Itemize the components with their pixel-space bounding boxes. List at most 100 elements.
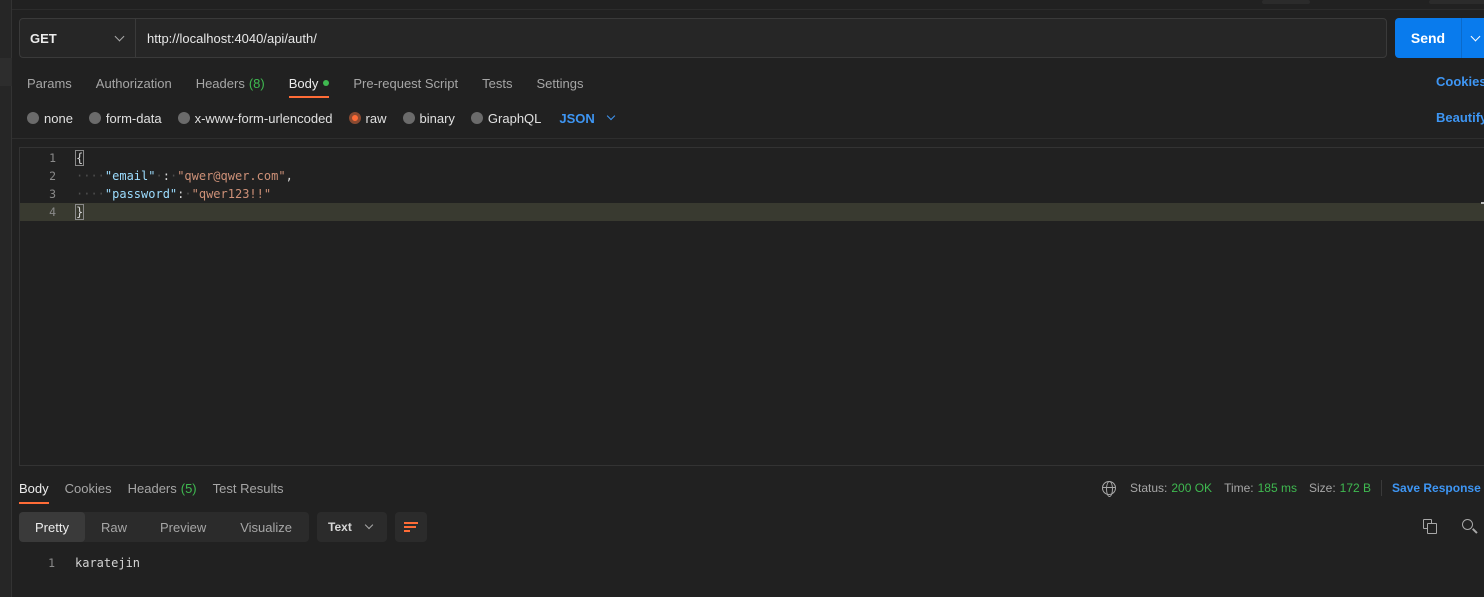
response-meta: Status: 200 OK Time: 185 ms Size: 172 B …: [1102, 480, 1484, 497]
cookies-link[interactable]: Cookies: [1436, 74, 1484, 89]
response-tab-body[interactable]: Body: [19, 476, 49, 504]
save-response-label: Save Response: [1392, 481, 1481, 495]
view-visualize-button[interactable]: Visualize: [223, 512, 309, 542]
tab-label: Body: [19, 481, 49, 496]
editor-line-current: 4 }: [20, 203, 1484, 221]
tab-authorization[interactable]: Authorization: [96, 68, 172, 98]
divider: [1381, 480, 1383, 496]
search-icon[interactable]: [1462, 519, 1478, 534]
radio-graphql[interactable]: GraphQL: [470, 110, 542, 126]
send-options-chevron-icon[interactable]: [1470, 31, 1481, 41]
globe-icon[interactable]: [1102, 481, 1116, 497]
radio-label: raw: [365, 110, 387, 126]
response-tab-cookies[interactable]: Cookies: [65, 476, 112, 504]
tab-label: Body: [288, 75, 319, 91]
status-value[interactable]: 200 OK: [1171, 481, 1212, 495]
response-format-select[interactable]: Text: [317, 512, 388, 542]
tab-label: Params: [27, 75, 72, 91]
size-value[interactable]: 172 B: [1340, 481, 1371, 495]
top-strip-segment: [1429, 0, 1484, 4]
time-value[interactable]: 185 ms: [1258, 481, 1297, 495]
radio-circle-selected: [348, 112, 361, 124]
copy-icon[interactable]: [1423, 519, 1437, 534]
json-key: "email": [104, 169, 156, 183]
tab-headers[interactable]: Headers (8): [196, 68, 265, 98]
json-value: "qwer123!!": [191, 187, 272, 201]
time-label: Time:: [1224, 481, 1254, 495]
line-number: 1: [49, 151, 56, 165]
radio-label: none: [44, 110, 73, 126]
indent-whitespace: ····: [76, 187, 105, 201]
body-format-label: JSON: [559, 110, 595, 126]
radio-x-www-form-urlencoded[interactable]: x-www-form-urlencoded: [177, 110, 333, 126]
radio-circle: [177, 112, 190, 124]
open-brace: {: [74, 150, 85, 166]
request-tabs: Params Authorization Headers (8) Body Pre…: [27, 68, 607, 98]
tab-label: Test Results: [212, 481, 284, 496]
view-raw-button[interactable]: Raw: [85, 512, 143, 542]
request-body-editor[interactable]: 1 { 2 ····"email"·:·"qwer@qwer.com", 3 ·…: [19, 147, 1484, 466]
tab-label: Headers: [195, 75, 245, 91]
size-label: Size:: [1308, 481, 1336, 495]
radio-circle: [402, 112, 415, 124]
radio-label: binary: [419, 110, 455, 126]
sidebar-marker: [0, 58, 12, 86]
headers-count: (8): [248, 75, 265, 91]
status-label: Status:: [1130, 481, 1168, 495]
line-number: 1: [48, 556, 55, 570]
radio-circle: [470, 112, 483, 124]
indent-whitespace: ····: [76, 169, 105, 183]
line-number: 3: [49, 187, 56, 201]
method-select[interactable]: GET: [20, 19, 136, 57]
close-brace: }: [74, 203, 85, 220]
whitespace-marker: ·: [155, 169, 163, 183]
radio-label: form-data: [105, 110, 162, 126]
radio-label: x-www-form-urlencoded: [194, 110, 333, 126]
body-type-selector: none form-data x-www-form-urlencoded raw…: [27, 108, 616, 128]
tab-label: Headers: [127, 481, 177, 496]
save-response-button[interactable]: Save Response: [1392, 481, 1484, 495]
chevron-down-icon: [114, 31, 125, 41]
response-tab-headers[interactable]: Headers (5): [128, 476, 197, 504]
json-value: "qwer@qwer.com": [177, 169, 286, 183]
tab-body[interactable]: Body: [288, 68, 330, 98]
code-text: }: [74, 203, 85, 220]
tab-tests[interactable]: Tests: [482, 68, 512, 98]
line-number: 4: [49, 205, 56, 219]
editor-line: 1 {: [20, 149, 1484, 167]
code-text: {: [74, 150, 85, 166]
view-segmented-control: Pretty Raw Preview Visualize: [19, 512, 310, 542]
colon: :: [162, 169, 170, 183]
radio-binary[interactable]: binary: [402, 110, 455, 126]
tab-label: Tests: [482, 75, 513, 91]
tab-label: Authorization: [95, 75, 172, 91]
tab-pre-request-script[interactable]: Pre-request Script: [353, 68, 458, 98]
radio-circle: [88, 112, 101, 124]
view-pretty-button[interactable]: Pretty: [19, 512, 85, 542]
radio-raw[interactable]: raw: [348, 110, 387, 126]
top-tab-strip: [12, 0, 1484, 10]
tab-settings[interactable]: Settings: [536, 68, 583, 98]
response-view-bar: Pretty Raw Preview Visualize Text: [19, 512, 428, 542]
left-sidebar-edge: [0, 0, 12, 597]
chevron-down-icon: [364, 520, 374, 530]
body-format-select[interactable]: JSON: [559, 110, 616, 126]
code-text: ····"password":·"qwer123!!": [76, 187, 271, 201]
request-url-bar: GET http://localhost:4040/api/auth/: [19, 18, 1387, 58]
tab-params[interactable]: Params: [27, 68, 72, 98]
radio-none[interactable]: none: [27, 111, 73, 126]
tab-label: Pre-request Script: [353, 75, 459, 91]
wrap-lines-button[interactable]: [395, 512, 428, 542]
radio-label: GraphQL: [487, 110, 542, 126]
response-body-line: 1 karatejin: [19, 554, 140, 572]
response-tab-test-results[interactable]: Test Results: [213, 476, 284, 504]
code-text: ····"email"·:·"qwer@qwer.com",: [76, 169, 293, 183]
beautify-link[interactable]: Beautify: [1436, 110, 1484, 125]
top-strip-segment: [1262, 0, 1310, 4]
response-body-text: karatejin: [75, 556, 141, 570]
method-label: GET: [30, 30, 57, 46]
radio-form-data[interactable]: form-data: [88, 110, 162, 126]
url-input[interactable]: http://localhost:4040/api/auth/: [136, 19, 1386, 57]
view-preview-button[interactable]: Preview: [143, 512, 223, 542]
send-button[interactable]: Send: [1395, 30, 1461, 46]
